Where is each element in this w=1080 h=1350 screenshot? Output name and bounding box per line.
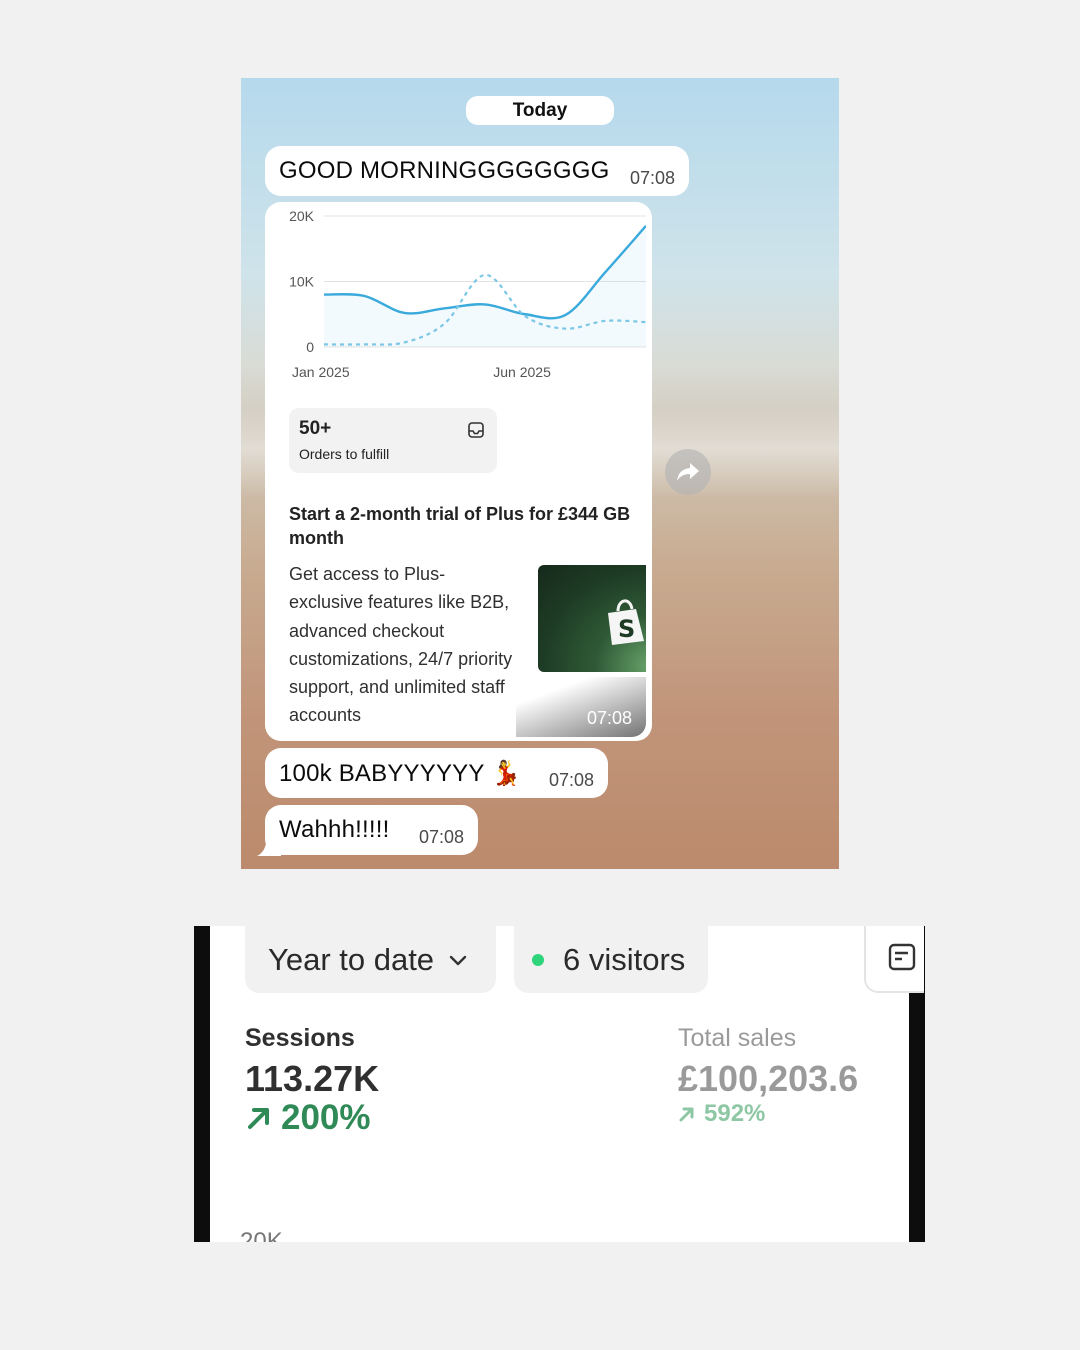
message-time: 07:08	[548, 770, 594, 790]
forward-icon	[677, 463, 699, 481]
customize-icon	[888, 943, 916, 971]
shopify-bag-icon: S	[608, 599, 644, 645]
orders-label: Orders to fulfill	[299, 446, 390, 462]
message-bubble[interactable]: Wahhh!!!!! 07:08	[265, 805, 478, 855]
y-tick-label: 0	[306, 339, 314, 355]
date-separator: Today	[466, 96, 614, 125]
trend-up-icon	[248, 1108, 269, 1129]
inbox-icon	[468, 422, 484, 438]
message-text: 100k BABYYYYYY 💃	[279, 759, 522, 787]
chat-screenshot: Today GOOD MORNINGGGGGGGG 07:08 0 10K 20K J…	[241, 78, 839, 869]
screenshot-image: 0 10K 20K Jan 2025 Jun 2025 50+ Orders to fu…	[265, 202, 646, 737]
total-sales-label: Total sales	[678, 1024, 797, 1052]
chart-tick-label: 20K	[240, 1228, 283, 1242]
message-time: 07:08	[418, 827, 464, 847]
orders-card[interactable]: 50+ Orders to fulfill	[289, 408, 497, 473]
total-sales-change-value: 592%	[704, 1100, 766, 1127]
svg-text:S: S	[618, 615, 635, 643]
y-tick-label: 20K	[289, 208, 315, 224]
x-tick-label: Jun 2025	[493, 364, 551, 380]
chevron-down-icon	[449, 955, 467, 965]
promo-image: S	[538, 565, 646, 672]
x-tick-label: Jan 2025	[292, 364, 350, 380]
live-visitors-button[interactable]: 6 visitors	[514, 926, 708, 993]
orders-count: 50+	[299, 418, 332, 439]
customize-button[interactable]	[864, 926, 924, 993]
screenshot-message[interactable]: 0 10K 20K Jan 2025 Jun 2025 50+ Orders to fu…	[265, 202, 652, 741]
screen-edge-left	[194, 926, 210, 1242]
message-time: 07:08	[629, 168, 675, 188]
message-text: Wahhh!!!!!	[279, 816, 390, 843]
series-area	[324, 225, 646, 347]
y-tick-label: 10K	[289, 274, 315, 290]
sales-line-chart: 0 10K 20K Jan 2025 Jun 2025	[289, 208, 646, 380]
forward-button[interactable]	[665, 449, 711, 495]
analytics-screenshot: Year to date 6 visitors Sessions 113.27K…	[194, 926, 925, 1242]
promo-body: Get access to Plus-exclusive features li…	[289, 564, 513, 726]
trend-up-icon	[679, 1107, 694, 1122]
live-dot-icon	[532, 953, 544, 966]
sessions-label: Sessions	[245, 1024, 355, 1052]
message-bubble[interactable]: 100k BABYYYYYY 💃 07:08	[265, 748, 608, 798]
message-text: GOOD MORNINGGGGGGGG	[279, 157, 610, 184]
sessions-change: 200%	[245, 1098, 371, 1138]
visitors-label: 6 visitors	[563, 941, 686, 977]
date-range-label: Year to date	[268, 941, 435, 977]
sessions-change-value: 200%	[281, 1098, 371, 1137]
message-bubble[interactable]: GOOD MORNINGGGGGGGG 07:08	[265, 146, 689, 196]
promo-title: Start a 2-month trial of Plus for £344 G…	[289, 504, 631, 548]
message-time: 07:08	[586, 708, 632, 728]
date-range-dropdown[interactable]: Year to date	[245, 926, 496, 993]
total-sales-value: £100,203.6	[678, 1058, 859, 1099]
total-sales-change: 592%	[678, 1100, 765, 1128]
sessions-value: 113.27K	[245, 1058, 380, 1099]
